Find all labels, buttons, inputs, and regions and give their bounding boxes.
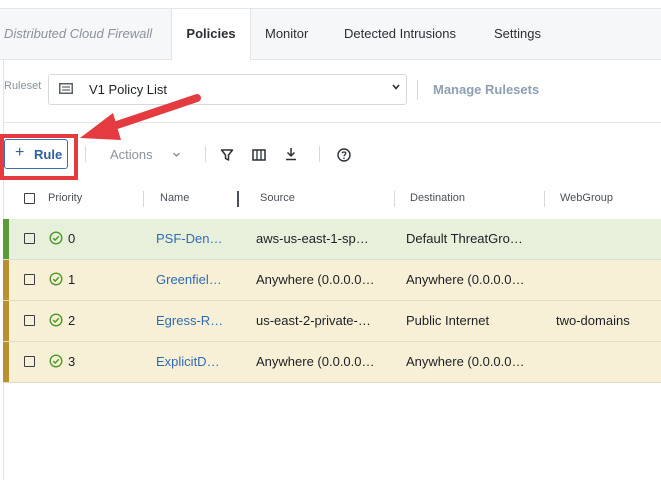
chevron-down-icon	[173, 152, 180, 157]
column-header-source[interactable]: Source	[260, 192, 295, 204]
row-source: Anywhere (0.0.0.0…	[256, 272, 375, 287]
row-priority: 0	[68, 231, 76, 246]
row-checkbox[interactable]	[24, 233, 35, 244]
row-source: us-east-2-private-…	[256, 313, 371, 328]
chevron-down-icon	[392, 84, 400, 90]
row-source: aws-us-east-1-sp…	[256, 231, 369, 246]
ruleset-selected-value: V1 Policy List	[89, 82, 168, 97]
check-circle-icon	[49, 354, 63, 368]
highlight-box	[0, 134, 78, 180]
column-separator	[544, 191, 545, 207]
row-priority: 3	[68, 354, 76, 369]
filter-icon[interactable]	[220, 148, 234, 162]
tab-policies[interactable]: Policies	[171, 9, 251, 60]
toolbar-separator	[319, 146, 320, 162]
tab-detected-intrusions[interactable]: Detected Intrusions	[344, 9, 456, 59]
row-webgroup: two-domains	[556, 313, 630, 328]
row-status-stripe	[3, 342, 9, 382]
row-destination: Anywhere (0.0.0.0…	[406, 354, 525, 369]
row-checkbox[interactable]	[24, 315, 35, 326]
column-header-destination[interactable]: Destination	[410, 192, 465, 204]
row-status-stripe	[3, 301, 9, 341]
row-checkbox[interactable]	[24, 274, 35, 285]
row-source: Anywhere (0.0.0.0…	[256, 354, 375, 369]
manage-rulesets-link[interactable]: Manage Rulesets	[433, 82, 539, 97]
check-circle-icon	[49, 313, 63, 327]
row-priority: 1	[68, 272, 76, 287]
app-title: Distributed Cloud Firewall	[4, 26, 153, 41]
tab-settings[interactable]: Settings	[494, 9, 541, 59]
row-checkbox[interactable]	[24, 356, 35, 367]
toolbar-divider	[3, 122, 661, 123]
table-row[interactable]: 1 Greenfiel… Anywhere (0.0.0.0… Anywhere…	[3, 260, 661, 301]
column-header-priority[interactable]: Priority	[48, 192, 82, 204]
row-name-link[interactable]: Egress-R…	[156, 313, 223, 328]
tab-monitor[interactable]: Monitor	[265, 9, 308, 59]
column-header-webgroup[interactable]: WebGroup	[560, 192, 613, 204]
column-separator	[143, 191, 144, 207]
ruleset-divider	[417, 80, 418, 100]
row-destination: Default ThreatGro…	[406, 231, 523, 246]
row-priority: 2	[68, 313, 76, 328]
row-name-link[interactable]: PSF-Den…	[156, 231, 222, 246]
check-circle-icon	[49, 272, 63, 286]
columns-icon[interactable]	[252, 148, 266, 162]
ruleset-select[interactable]: V1 Policy List	[48, 74, 407, 105]
row-destination: Public Internet	[406, 313, 490, 328]
column-resize-handle[interactable]	[237, 191, 239, 207]
row-status-stripe	[3, 219, 9, 259]
toolbar-separator	[205, 146, 206, 162]
select-all-checkbox[interactable]	[24, 193, 35, 204]
help-icon[interactable]	[337, 148, 351, 162]
table-row[interactable]: 2 Egress-R… us-east-2-private-… Public I…	[3, 301, 661, 342]
table-row[interactable]: 3 ExplicitD… Anywhere (0.0.0.0… Anywhere…	[3, 342, 661, 383]
column-separator	[394, 191, 395, 207]
check-circle-icon	[49, 231, 63, 245]
row-name-link[interactable]: Greenfiel…	[156, 272, 222, 287]
table-row[interactable]: 0 PSF-Den… aws-us-east-1-sp… Default Thr…	[3, 219, 661, 260]
download-icon[interactable]	[284, 147, 298, 161]
actions-dropdown[interactable]: Actions	[110, 147, 153, 162]
ruleset-label: Ruleset	[4, 80, 42, 92]
toolbar-separator	[85, 146, 86, 162]
row-status-stripe	[3, 260, 9, 300]
column-header-name[interactable]: Name	[160, 192, 189, 204]
row-name-link[interactable]: ExplicitD…	[156, 354, 220, 369]
row-destination: Anywhere (0.0.0.0…	[406, 272, 525, 287]
ruleset-list-icon	[59, 83, 73, 94]
